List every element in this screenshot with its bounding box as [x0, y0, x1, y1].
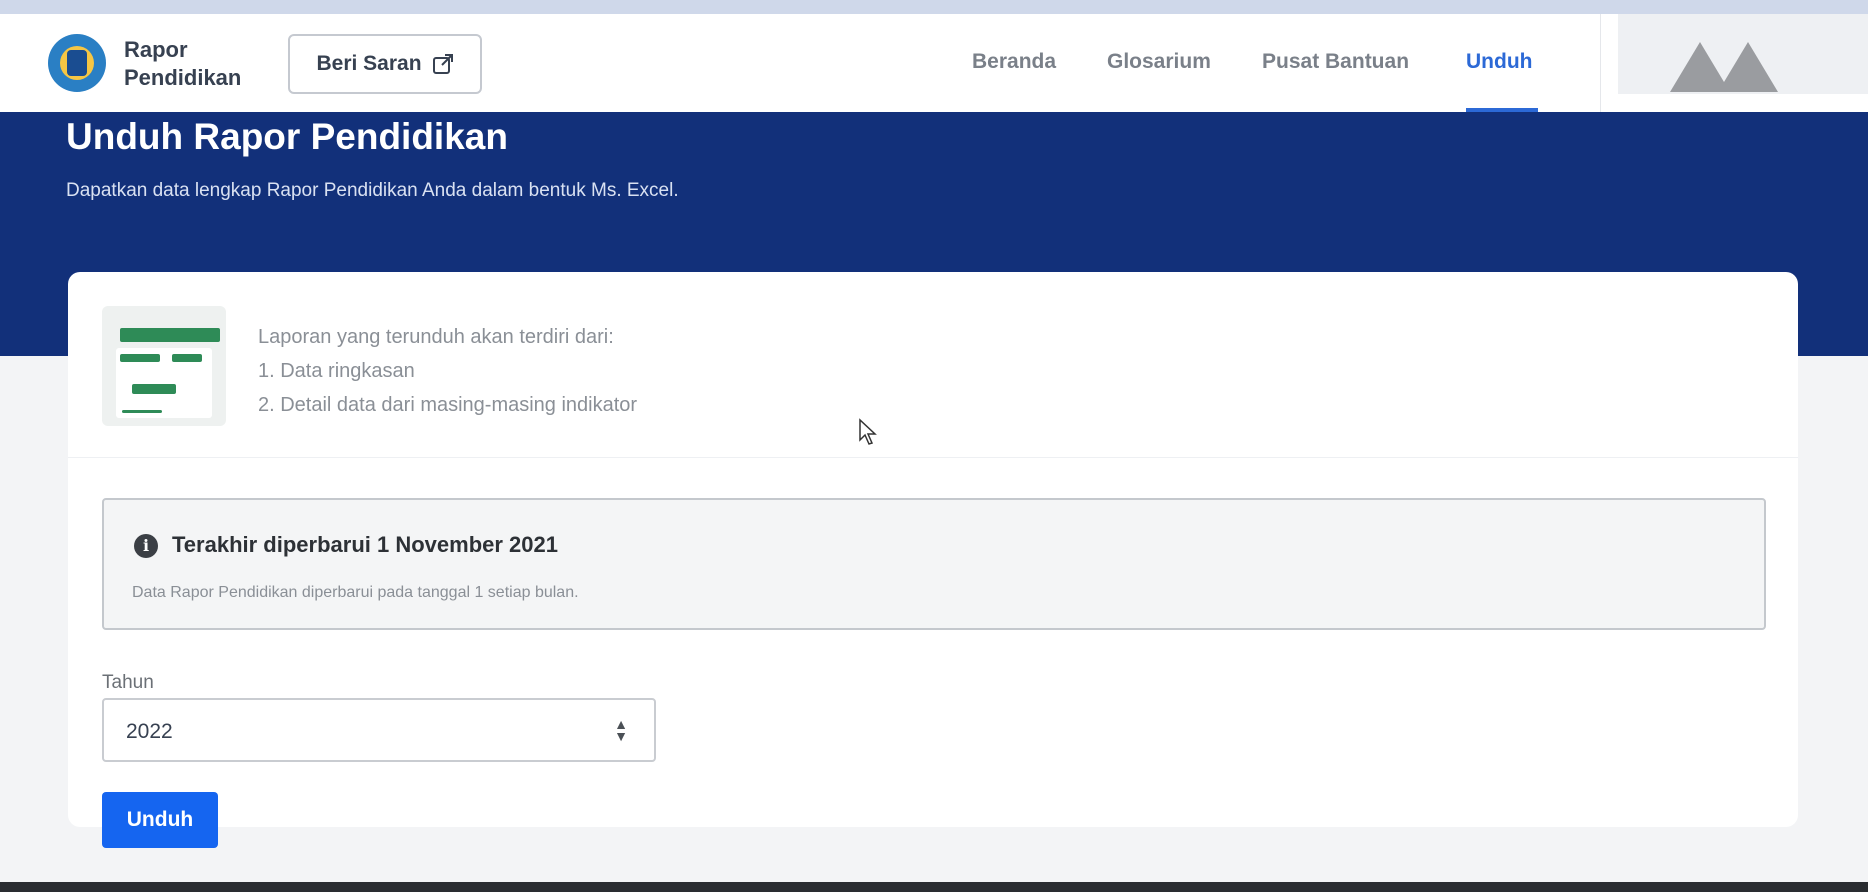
- report-info-section: Laporan yang terunduh akan terdiri dari:…: [68, 272, 1798, 458]
- header-divider: [1600, 14, 1601, 112]
- brand-line-2: Pendidikan: [124, 65, 242, 90]
- kemdikbud-logo-icon[interactable]: [48, 34, 106, 92]
- brand-line-1: Rapor: [124, 37, 188, 62]
- report-item-1: 1. Data ringkasan: [258, 360, 415, 382]
- select-arrows-icon: ▲ ▼: [614, 716, 628, 744]
- nav-unduh[interactable]: Unduh: [1466, 50, 1532, 74]
- mouse-cursor-icon: [859, 418, 877, 445]
- site-header: Rapor Pendidikan Beri Saran Beranda Glos…: [0, 14, 1868, 112]
- year-select[interactable]: 2022 ▲ ▼: [102, 698, 656, 762]
- brand-name[interactable]: Rapor Pendidikan: [124, 36, 241, 92]
- download-card: Laporan yang terunduh akan terdiri dari:…: [68, 272, 1798, 848]
- beri-saran-button[interactable]: Beri Saran: [288, 34, 482, 94]
- page-subtitle: Dapatkan data lengkap Rapor Pendidikan A…: [66, 180, 679, 201]
- year-select-value: 2022: [126, 720, 173, 743]
- report-item-2: 2. Detail data dari masing-masing indika…: [258, 394, 638, 416]
- unduh-button[interactable]: Unduh: [102, 792, 218, 848]
- browser-top-strip: [0, 0, 1868, 14]
- info-icon: i: [134, 534, 158, 558]
- watermark-logo-icon: [1670, 42, 1778, 92]
- update-notice-title: Terakhir diperbarui 1 November 2021: [172, 532, 558, 557]
- report-contents-text: Laporan yang terunduh akan terdiri dari:…: [258, 320, 637, 422]
- nav-glosarium[interactable]: Glosarium: [1107, 50, 1211, 74]
- report-intro: Laporan yang terunduh akan terdiri dari:: [258, 326, 614, 348]
- taskbar-strip: [0, 882, 1868, 892]
- nav-pusat-bantuan[interactable]: Pusat Bantuan: [1262, 50, 1409, 74]
- beri-saran-label: Beri Saran: [316, 52, 422, 75]
- spreadsheet-illustration-icon: [102, 306, 226, 426]
- page-title: Unduh Rapor Pendidikan: [66, 116, 508, 157]
- update-notice: i Terakhir diperbarui 1 November 2021 Da…: [102, 498, 1766, 630]
- update-notice-description: Data Rapor Pendidikan diperbarui pada ta…: [132, 584, 579, 601]
- nav-beranda[interactable]: Beranda: [972, 50, 1056, 74]
- year-label: Tahun: [102, 672, 154, 693]
- external-link-icon: [432, 54, 453, 74]
